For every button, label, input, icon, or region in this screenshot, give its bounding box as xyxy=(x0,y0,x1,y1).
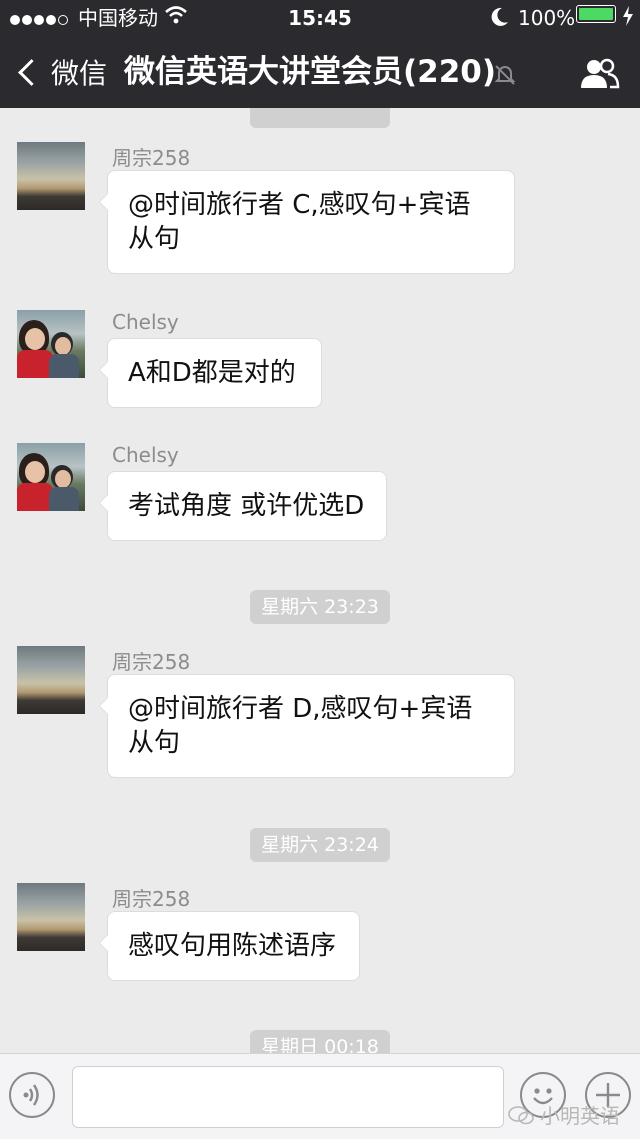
chat-title: 微信英语大讲堂会员(220) xyxy=(124,54,497,90)
sender-name: 周宗258 xyxy=(112,650,191,674)
back-chevron-icon xyxy=(18,58,45,86)
back-button[interactable]: 微信 xyxy=(14,52,107,92)
message-bubble[interactable]: 感叹句用陈述语序 xyxy=(99,911,360,981)
sunset-sky-avatar[interactable] xyxy=(17,646,85,714)
charging-icon xyxy=(622,5,634,33)
voice-button[interactable] xyxy=(9,1072,55,1118)
timestamp-partial xyxy=(250,108,390,128)
watermark: 小明英语 xyxy=(508,1100,620,1129)
header: 中国移动 15:45 100% 微信 微信英语大讲堂会员(220) xyxy=(0,0,640,108)
back-label: 微信 xyxy=(51,57,108,90)
battery-icon xyxy=(576,5,616,23)
sender-name: 周宗258 xyxy=(112,146,191,170)
message-bubble[interactable]: 考试角度 或许优选D xyxy=(99,471,387,541)
timestamp: 星期六 23:23 xyxy=(250,590,390,624)
message-bubble[interactable]: @时间旅行者 C,感叹句+宾语从句 xyxy=(99,170,515,274)
timestamp: 星期日 00:18 xyxy=(250,1030,390,1053)
two-people-photo-avatar[interactable] xyxy=(17,443,85,511)
voice-icon xyxy=(23,1084,39,1106)
mute-bell-icon xyxy=(494,64,516,90)
sunset-sky-avatar[interactable] xyxy=(17,883,85,951)
message-bubble[interactable]: @时间旅行者 D,感叹句+宾语从句 xyxy=(99,674,515,778)
moon-icon xyxy=(488,5,510,35)
sender-name: Chelsy xyxy=(112,443,179,467)
nav-bar: 微信 微信英语大讲堂会员(220) xyxy=(0,36,640,108)
chat-area[interactable]: 周宗258 @时间旅行者 C,感叹句+宾语从句 Chelsy A和D都是对的 C… xyxy=(0,108,640,1053)
battery-percent: 100% xyxy=(518,6,576,30)
group-members-icon[interactable] xyxy=(578,58,620,94)
sender-name: Chelsy xyxy=(112,310,179,334)
status-bar: 中国移动 15:45 100% xyxy=(0,0,640,36)
watermark-text: 小明英语 xyxy=(540,1104,620,1128)
timestamp: 星期六 23:24 xyxy=(250,828,390,862)
two-people-photo-avatar[interactable] xyxy=(17,310,85,378)
sender-name: 周宗258 xyxy=(112,887,191,911)
message-bubble[interactable]: A和D都是对的 xyxy=(99,338,322,408)
message-input[interactable] xyxy=(72,1066,504,1128)
wechat-logo-icon xyxy=(508,1105,534,1124)
sunset-sky-avatar[interactable] xyxy=(17,142,85,210)
